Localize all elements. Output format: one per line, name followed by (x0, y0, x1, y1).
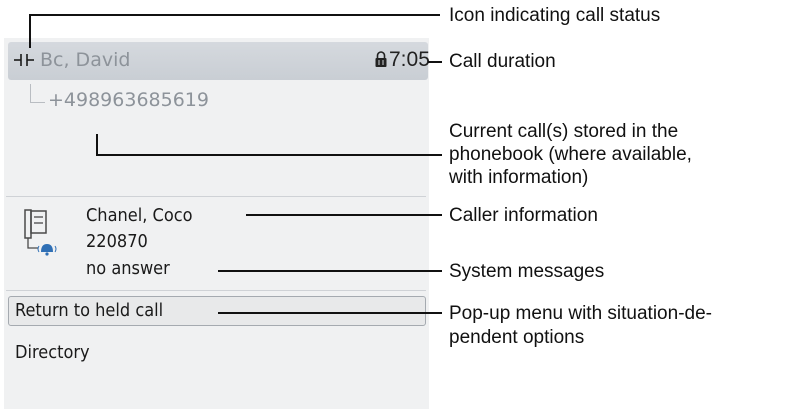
callout-popup-line1: Pop-up menu with situation-de- (449, 303, 712, 324)
callout-phonebook-line1: Current call(s) stored in the (449, 121, 679, 142)
callout-popup-line2: pendent options (449, 327, 585, 348)
callout-system-messages: System messages (449, 261, 605, 282)
callout-phonebook-line3: with information) (449, 167, 589, 188)
callout-call-duration: Call duration (449, 51, 556, 72)
callout-status-icon: Icon indicating call status (449, 5, 661, 26)
callout-phonebook-line2: phonebook (where available, (449, 144, 692, 165)
callout-leader-lines (29, 14, 442, 314)
callout-caller-info: Caller information (449, 205, 598, 226)
